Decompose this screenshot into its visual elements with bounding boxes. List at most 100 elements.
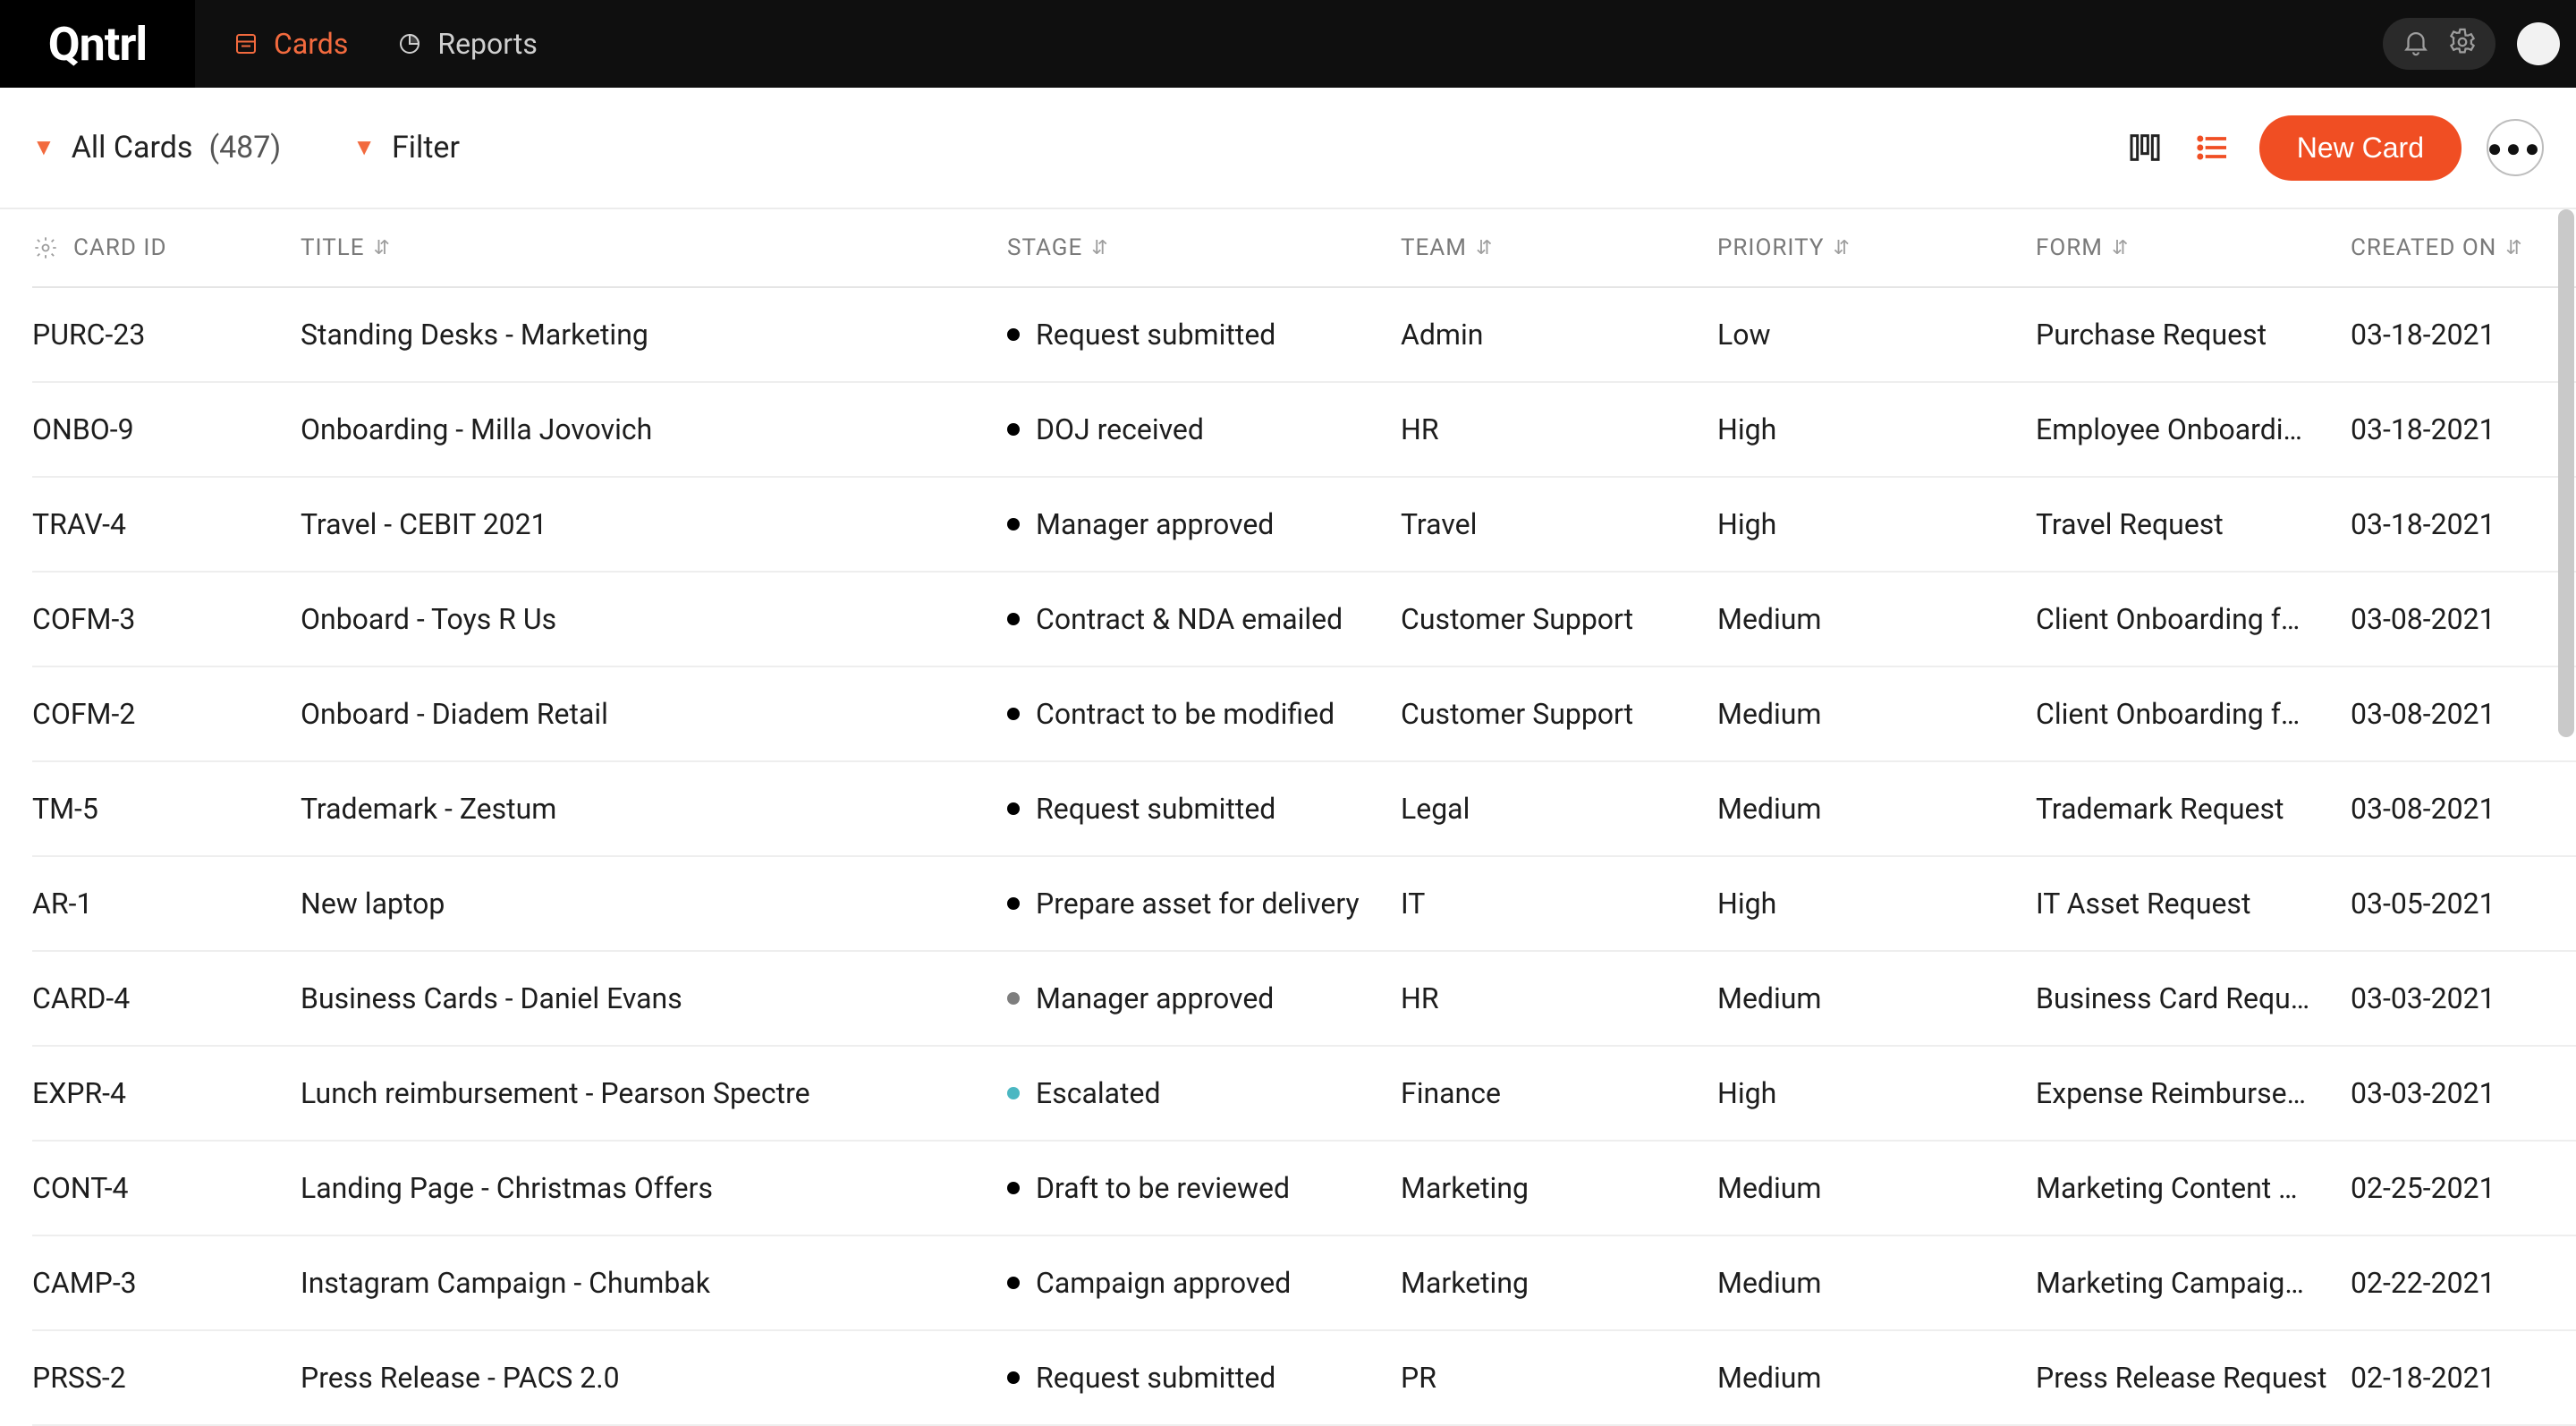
- cell-card-id: CAMP-3: [32, 1266, 301, 1300]
- cell-priority: Low: [1717, 318, 2036, 352]
- stage-dot-icon: [1007, 1277, 1020, 1289]
- col-header-stage[interactable]: STAGE ⇵: [1007, 234, 1401, 261]
- col-header-team[interactable]: TEAM ⇵: [1401, 234, 1717, 261]
- table-row[interactable]: CARD-4 Business Cards - Daniel Evans Man…: [32, 952, 2576, 1047]
- cell-card-id: EXPR-4: [32, 1076, 301, 1110]
- cell-stage-text: Request submitted: [1036, 318, 1275, 352]
- cell-priority: Medium: [1717, 602, 2036, 636]
- cell-priority: High: [1717, 887, 2036, 921]
- sort-icon: ⇵: [2112, 237, 2129, 259]
- sort-icon: ⇵: [1476, 237, 1493, 259]
- list-view-icon[interactable]: [2191, 126, 2234, 169]
- table-header-row: CARD ID TITLE ⇵ STAGE ⇵ TEAM ⇵ PRIORITY …: [32, 209, 2576, 288]
- cell-stage: Manager approved: [1007, 981, 1401, 1015]
- col-header-created-on-label: CREATED ON: [2351, 234, 2496, 261]
- col-header-form[interactable]: FORM ⇵: [2036, 234, 2351, 261]
- cell-title: Onboarding - Milla Jovovich: [301, 412, 1007, 446]
- nav-tab-reports-label: Reports: [437, 27, 538, 61]
- cell-title: Standing Desks - Marketing: [301, 318, 1007, 352]
- chevron-down-icon: ▼: [32, 136, 55, 159]
- cell-stage-text: Prepare asset for delivery: [1036, 887, 1360, 921]
- all-cards-dropdown[interactable]: ▼ All Cards (487): [32, 130, 281, 166]
- cell-card-id: PURC-23: [32, 318, 301, 352]
- new-card-button[interactable]: New Card: [2259, 115, 2462, 181]
- col-header-card-id[interactable]: CARD ID: [32, 234, 301, 261]
- nav-tab-cards[interactable]: Cards: [231, 27, 348, 61]
- cell-stage-text: Request submitted: [1036, 1361, 1275, 1395]
- cell-created-on: 03-05-2021: [2351, 887, 2576, 921]
- notifications-icon[interactable]: [2401, 27, 2431, 61]
- gear-icon[interactable]: [32, 234, 59, 261]
- table-row[interactable]: TRAV-4 Travel - CEBIT 2021 Manager appro…: [32, 478, 2576, 573]
- table-row[interactable]: TM-5 Trademark - Zestum Request submitte…: [32, 762, 2576, 857]
- cell-priority: High: [1717, 412, 2036, 446]
- cell-priority: Medium: [1717, 1361, 2036, 1395]
- table-row[interactable]: CONT-4 Landing Page - Christmas Offers D…: [32, 1142, 2576, 1236]
- stage-dot-icon: [1007, 423, 1020, 436]
- col-header-priority-label: PRIORITY: [1717, 234, 1824, 261]
- scrollbar-thumb[interactable]: [2558, 209, 2574, 737]
- cell-card-id: COFM-2: [32, 697, 301, 731]
- cell-stage: Request submitted: [1007, 318, 1401, 352]
- sort-icon: ⇵: [1833, 237, 1850, 259]
- table-row[interactable]: CAMP-3 Instagram Campaign - Chumbak Camp…: [32, 1236, 2576, 1331]
- all-cards-count: (487): [208, 130, 281, 166]
- col-header-created-on[interactable]: CREATED ON ⇵: [2351, 234, 2576, 261]
- col-header-priority[interactable]: PRIORITY ⇵: [1717, 234, 2036, 261]
- stage-dot-icon: [1007, 897, 1020, 910]
- brand-logo: Qntrl: [0, 0, 195, 88]
- cell-team: Marketing: [1401, 1171, 1717, 1205]
- cell-form: Business Card Requ…: [2036, 981, 2351, 1015]
- cell-stage-text: DOJ received: [1036, 412, 1204, 446]
- avatar[interactable]: [2517, 22, 2560, 65]
- table-row[interactable]: ONBO-9 Onboarding - Milla Jovovich DOJ r…: [32, 383, 2576, 478]
- filter-dropdown[interactable]: ▼ Filter: [352, 130, 460, 166]
- cell-stage: Campaign approved: [1007, 1266, 1401, 1300]
- table-row[interactable]: PURC-23 Standing Desks - Marketing Reque…: [32, 288, 2576, 383]
- cell-priority: Medium: [1717, 697, 2036, 731]
- stage-dot-icon: [1007, 1087, 1020, 1099]
- cell-form: Marketing Content …: [2036, 1171, 2351, 1205]
- cell-form: Travel Request: [2036, 507, 2351, 541]
- cell-form: Client Onboarding f…: [2036, 697, 2351, 731]
- cell-stage: Manager approved: [1007, 507, 1401, 541]
- topbar: Qntrl Cards Reports: [0, 0, 2576, 88]
- cell-title: Press Release - PACS 2.0: [301, 1361, 1007, 1395]
- sort-icon: ⇵: [1091, 237, 1108, 259]
- cell-stage-text: Escalated: [1036, 1076, 1161, 1110]
- table-row[interactable]: COFM-3 Onboard - Toys R Us Contract & ND…: [32, 573, 2576, 667]
- cell-team: HR: [1401, 412, 1717, 446]
- cell-title: Travel - CEBIT 2021: [301, 507, 1007, 541]
- cell-team: Legal: [1401, 792, 1717, 826]
- col-header-form-label: FORM: [2036, 234, 2103, 261]
- table-row[interactable]: COFM-2 Onboard - Diadem Retail Contract …: [32, 667, 2576, 762]
- topbar-actions-pill: [2383, 18, 2496, 70]
- stage-dot-icon: [1007, 328, 1020, 341]
- cell-title: Lunch reimbursement - Pearson Spectre: [301, 1076, 1007, 1110]
- table-row[interactable]: EXPR-4 Lunch reimbursement - Pearson Spe…: [32, 1047, 2576, 1142]
- cell-card-id: ONBO-9: [32, 412, 301, 446]
- col-header-title[interactable]: TITLE ⇵: [301, 234, 1007, 261]
- nav-tab-reports[interactable]: Reports: [394, 27, 538, 61]
- chevron-down-icon: ▼: [352, 136, 376, 159]
- table-row[interactable]: AR-1 New laptop Prepare asset for delive…: [32, 857, 2576, 952]
- cell-priority: Medium: [1717, 981, 2036, 1015]
- cards-icon: [231, 29, 261, 59]
- subbar: ▼ All Cards (487) ▼ Filter New Card ●●●: [0, 88, 2576, 209]
- cell-stage: Prepare asset for delivery: [1007, 887, 1401, 921]
- cell-stage: Contract to be modified: [1007, 697, 1401, 731]
- more-menu-button[interactable]: ●●●: [2487, 119, 2544, 176]
- stage-dot-icon: [1007, 1182, 1020, 1194]
- stage-dot-icon: [1007, 1371, 1020, 1384]
- table-row[interactable]: PRSS-2 Press Release - PACS 2.0 Request …: [32, 1331, 2576, 1426]
- cell-team: Travel: [1401, 507, 1717, 541]
- board-view-icon[interactable]: [2123, 126, 2166, 169]
- cell-form: Employee Onboardi…: [2036, 412, 2351, 446]
- settings-icon[interactable]: [2447, 27, 2478, 61]
- cell-title: Instagram Campaign - Chumbak: [301, 1266, 1007, 1300]
- col-header-card-id-label: CARD ID: [73, 234, 167, 261]
- cell-stage: DOJ received: [1007, 412, 1401, 446]
- cell-team: IT: [1401, 887, 1717, 921]
- all-cards-label: All Cards: [72, 130, 193, 166]
- cell-stage: Request submitted: [1007, 792, 1401, 826]
